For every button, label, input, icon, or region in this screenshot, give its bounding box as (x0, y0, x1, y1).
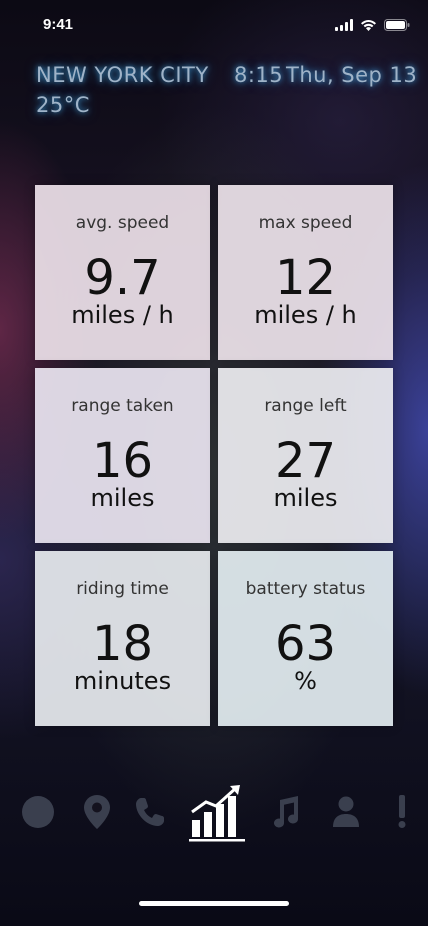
status-bar: 9:41 (0, 0, 428, 48)
home-indicator[interactable] (139, 901, 289, 906)
stats-grid: avg. speed 9.7 miles / h max speed 12 mi… (35, 185, 393, 726)
stat-card-battery-status[interactable]: battery status 63 % (218, 551, 393, 726)
stat-label: max speed (258, 213, 353, 233)
nav-profile[interactable] (328, 782, 364, 846)
nav-phone[interactable] (132, 782, 168, 846)
stat-value: 16 (91, 433, 154, 489)
stat-label: riding time (76, 579, 169, 599)
stat-value: 18 (91, 616, 154, 672)
stat-card-max-speed[interactable]: max speed 12 miles / h (218, 185, 393, 360)
stat-label: battery status (245, 579, 366, 599)
stat-unit: % (294, 667, 317, 695)
stat-unit: miles (273, 484, 338, 512)
stat-unit: miles / h (254, 301, 357, 329)
stat-unit: minutes (73, 667, 172, 695)
wifi-icon (360, 16, 377, 35)
stat-value: 27 (274, 433, 337, 489)
signal-icon (335, 16, 353, 35)
stat-card-avg-speed[interactable]: avg. speed 9.7 miles / h (35, 185, 210, 360)
stat-label: avg. speed (75, 213, 170, 233)
nav-location[interactable] (80, 782, 114, 846)
stat-value: 12 (274, 250, 337, 306)
status-time: 9:41 (43, 16, 74, 33)
alert-icon (397, 795, 407, 833)
current-date: Thu, Sep 13 (286, 63, 418, 87)
phone-icon (134, 796, 166, 832)
battery-icon (384, 16, 410, 35)
circle-icon (21, 795, 55, 833)
nav-stats[interactable] (184, 782, 248, 846)
nav-music[interactable] (268, 782, 302, 846)
location-pin-icon (83, 794, 111, 834)
city-name: NEW YORK CITY (36, 63, 209, 87)
nav-home[interactable] (18, 782, 58, 846)
bottom-nav (0, 782, 428, 846)
stat-label: range left (264, 396, 347, 416)
stat-card-riding-time[interactable]: riding time 18 minutes (35, 551, 210, 726)
nav-alerts[interactable] (390, 782, 414, 846)
stat-label: range taken (71, 396, 174, 416)
stat-unit: miles / h (71, 301, 174, 329)
stat-card-range-taken[interactable]: range taken 16 miles (35, 368, 210, 543)
stat-value: 9.7 (84, 250, 161, 306)
stat-value: 63 (274, 616, 337, 672)
music-note-icon (270, 796, 300, 832)
user-icon (332, 796, 360, 832)
status-icons (335, 16, 410, 35)
stat-unit: miles (90, 484, 155, 512)
stats-chart-icon (186, 782, 246, 846)
stat-card-range-left[interactable]: range left 27 miles (218, 368, 393, 543)
current-time: 8:15 (234, 63, 284, 87)
temperature: 25°C (36, 93, 90, 117)
